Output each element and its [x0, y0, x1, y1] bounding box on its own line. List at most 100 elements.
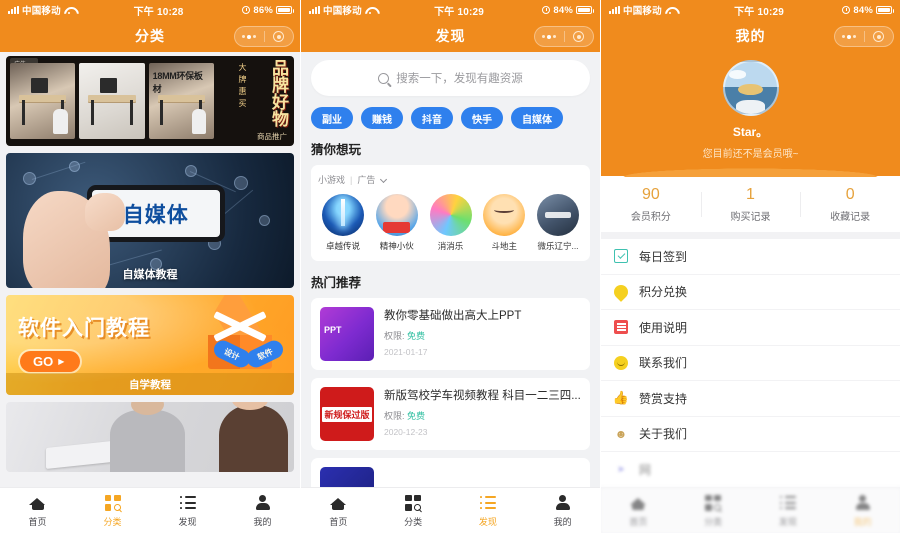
tab-home[interactable]: 首页	[301, 494, 376, 528]
list-item[interactable]: 教你零基础做出高大上PPT 权限: 免费 2021-01-17	[311, 298, 590, 370]
item-date: 2021-01-17	[384, 347, 428, 357]
battery-icon	[276, 6, 294, 14]
stat-purchases[interactable]: 1 购买记录	[700, 186, 801, 223]
game-name: 精神小伙	[379, 241, 414, 251]
game-name: 消消乐	[437, 241, 464, 251]
category-card-office[interactable]	[6, 402, 294, 472]
tab-mine[interactable]: 我的	[225, 494, 300, 528]
menu-item-points-exchange[interactable]: 积分兑换	[601, 275, 900, 310]
category-card-software[interactable]: 软件入门教程 GO ▶ 设计 软件 自学教程	[6, 295, 294, 395]
tab-label: 首页	[629, 516, 648, 527]
ad-banner-card[interactable]: 广告 ⌄ 18MM环保板材	[6, 56, 294, 146]
keyword-tag[interactable]: 赚钱	[361, 107, 403, 129]
miniprogram-capsule[interactable]	[834, 26, 894, 47]
category-card-self-media[interactable]: 自媒体 自媒体教程	[6, 153, 294, 288]
item-title: 新版驾校学车视频教程 科目一二三四...	[384, 390, 581, 402]
menu-item-obscured[interactable]: ➤ 网	[601, 452, 900, 487]
profile-header[interactable]: Star。 您目前还不是会员哦~	[601, 52, 900, 177]
miniprogram-capsule[interactable]	[234, 26, 294, 47]
ad-thumb-3: 18MM环保板材	[148, 63, 214, 139]
mini-game-item[interactable]: 斗地主	[479, 194, 529, 252]
go-label: GO	[33, 354, 54, 369]
games-ad-label[interactable]: 广告	[357, 173, 375, 186]
menu-item-contact-us[interactable]: 联系我们	[601, 346, 900, 381]
desk-leg-right	[129, 100, 133, 125]
tab-label: 分类	[404, 516, 423, 527]
battery-percent: 84%	[853, 4, 873, 16]
game-icon	[429, 194, 472, 236]
more-button[interactable]	[535, 34, 564, 39]
mini-game-item[interactable]: 卓越传说	[318, 194, 368, 252]
more-button[interactable]	[835, 34, 864, 39]
ad-copy-area: 大牌惠买 品牌好物 商品推广	[218, 59, 290, 143]
mine-content[interactable]: Star。 您目前还不是会员哦~ 90 会员积分 1 购买记录 0 收藏记录 每…	[601, 52, 900, 487]
monitor-shape	[100, 78, 118, 94]
tab-bar[interactable]: 首页 分类 发现 我的	[0, 487, 300, 533]
mini-games-card[interactable]: 小游戏 | 广告 卓越传说 精神小伙 消消乐 斗地主 微乐辽宁...	[311, 165, 590, 261]
games-card-header: 小游戏 | 广告	[318, 173, 583, 186]
keyword-tag-list[interactable]: 副业 赚钱 抖音 快手 自媒体	[311, 107, 590, 129]
monitor-shape	[30, 78, 48, 94]
search-input[interactable]: 搜索一下，发现有趣资源	[311, 60, 590, 96]
go-button[interactable]: GO ▶	[20, 351, 81, 372]
tab-bar[interactable]: 首页 分类 发现 我的	[301, 487, 600, 533]
search-icon	[378, 72, 390, 84]
menu-item-daily-checkin[interactable]: 每日签到	[601, 239, 900, 275]
signal-bars-icon	[309, 6, 320, 14]
tab-bar[interactable]: 首页 分类 发现 我的	[601, 487, 900, 533]
category-content[interactable]: 广告 ⌄ 18MM环保板材	[0, 52, 300, 487]
person-shape	[735, 100, 766, 114]
stat-points[interactable]: 90 会员积分	[601, 186, 701, 223]
tab-category[interactable]: 分类	[376, 494, 451, 528]
menu-item-instructions[interactable]: 使用说明	[601, 310, 900, 346]
grid-icon	[376, 494, 451, 512]
tab-category[interactable]: 分类	[676, 494, 751, 528]
close-button[interactable]	[863, 31, 894, 42]
close-button[interactable]	[563, 31, 594, 42]
tab-mine[interactable]: 我的	[825, 494, 900, 528]
tab-home[interactable]: 首页	[0, 494, 75, 528]
list-item[interactable]: 新规保过版 新版驾校学车视频教程 科目一二三四... 权限: 免费 2020-1…	[311, 378, 590, 450]
settings-menu[interactable]: 每日签到 积分兑换 使用说明 联系我们 👍 赞赏支持 ☻ 关于我们 ➤ 网	[601, 239, 900, 487]
menu-item-support[interactable]: 👍 赞赏支持	[601, 381, 900, 417]
close-button[interactable]	[263, 31, 294, 42]
mini-game-item[interactable]: 消消乐	[426, 194, 476, 252]
mini-game-item[interactable]: 微乐辽宁...	[533, 194, 583, 252]
tab-discover[interactable]: 发现	[751, 494, 826, 528]
mini-game-list[interactable]: 卓越传说 精神小伙 消消乐 斗地主 微乐辽宁...	[318, 194, 583, 252]
more-button[interactable]	[235, 34, 264, 39]
item-body: 教你零基础做出高大上PPT 权限: 免费 2021-01-17	[384, 307, 581, 357]
send-icon: ➤	[617, 463, 625, 474]
keyword-tag[interactable]: 抖音	[411, 107, 453, 129]
tab-label: 我的	[553, 516, 572, 527]
tab-label: 分类	[704, 516, 723, 527]
list-item[interactable]	[311, 458, 590, 487]
more-dots-icon	[242, 34, 257, 39]
card-label: 自媒体教程	[122, 269, 178, 281]
menu-item-about-us[interactable]: ☻ 关于我们	[601, 417, 900, 452]
miniprogram-capsule[interactable]	[534, 26, 594, 47]
tab-home[interactable]: 首页	[601, 494, 676, 528]
tab-mine[interactable]: 我的	[525, 494, 600, 528]
chevron-down-icon[interactable]	[380, 175, 388, 184]
page-title: 分类	[135, 28, 165, 44]
desk-leg-left	[160, 100, 164, 125]
stat-favorites[interactable]: 0 收藏记录	[800, 186, 900, 223]
keyword-tag[interactable]: 快手	[461, 107, 503, 129]
stat-label: 会员积分	[630, 212, 671, 223]
stats-row[interactable]: 90 会员积分 1 购买记录 0 收藏记录	[601, 176, 900, 232]
mini-game-item[interactable]: 精神小伙	[372, 194, 422, 252]
discover-content[interactable]: 搜索一下，发现有趣资源 副业 赚钱 抖音 快手 自媒体 猜你想玩 小游戏 | 广…	[301, 52, 600, 487]
keyword-tag[interactable]: 自媒体	[511, 107, 563, 129]
games-source-label: 小游戏	[318, 175, 346, 185]
status-time: 下午 10:29	[734, 6, 785, 18]
tab-category[interactable]: 分类	[75, 494, 150, 528]
keyword-tag[interactable]: 副业	[311, 107, 353, 129]
avatar[interactable]	[722, 60, 779, 116]
network-node	[259, 215, 271, 227]
alarm-icon	[542, 6, 551, 14]
battery-percent: 86%	[253, 4, 273, 16]
tab-discover[interactable]: 发现	[150, 494, 225, 528]
item-permission: 权限: 免费	[384, 329, 581, 342]
tab-discover[interactable]: 发现	[451, 494, 526, 528]
